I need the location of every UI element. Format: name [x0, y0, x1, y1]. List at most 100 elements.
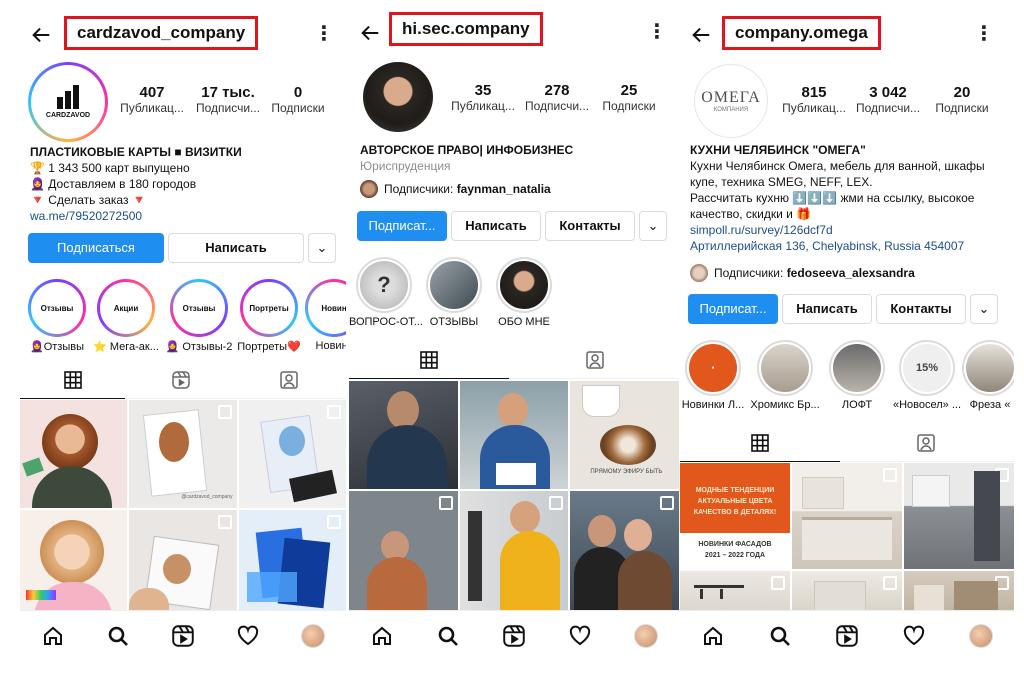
home-icon[interactable] — [369, 623, 395, 649]
story-highlight[interactable]: Новин Новинк — [304, 279, 346, 352]
tab-tagged[interactable] — [515, 342, 675, 378]
more-vertical-icon[interactable]: ⋮ — [314, 24, 334, 44]
tab-grid[interactable] — [349, 342, 509, 379]
bottom-nav — [349, 610, 679, 661]
bio-link[interactable]: simpoll.ru/survey/126dcf7d — [690, 222, 985, 238]
post-thumbnail[interactable] — [459, 491, 569, 621]
tab-tagged[interactable] — [846, 425, 1006, 461]
promo-line: МОДНЫЕ ТЕНДЕНЦИИ — [695, 487, 775, 494]
search-icon[interactable] — [105, 623, 131, 649]
more-options-chevron-icon[interactable]: ⌄ — [970, 294, 998, 324]
follow-button[interactable]: Подписат... — [357, 211, 447, 241]
cards-logo-icon — [57, 85, 79, 109]
home-icon[interactable] — [40, 623, 66, 649]
post-thumbnail[interactable] — [238, 400, 346, 508]
tab-reels[interactable] — [128, 362, 233, 398]
tab-tagged[interactable] — [236, 362, 341, 398]
profile-avatar[interactable]: ОМЕГА КОМПАНИЯ — [694, 64, 768, 138]
stat-followers[interactable]: 17 тыс. Подписчи... — [190, 84, 266, 115]
posts-grid: @cardzavod_company — [20, 400, 346, 618]
promo-subline: 2021 – 2022 ГОДА — [704, 552, 766, 559]
post-thumbnail[interactable] — [238, 510, 346, 618]
post-thumbnail[interactable] — [792, 463, 902, 569]
story-highlight[interactable]: ? ВОПРОС-ОТ... — [349, 257, 423, 328]
contacts-button[interactable]: Контакты — [545, 211, 635, 241]
message-button[interactable]: Написать — [451, 211, 541, 241]
reels-icon[interactable] — [834, 623, 860, 649]
post-thumbnail[interactable] — [20, 510, 128, 618]
post-thumbnail[interactable] — [570, 491, 679, 621]
posts-grid: ПРЯМОМУ ЭФИРУ БЫТЬ — [349, 381, 679, 621]
more-vertical-icon[interactable]: ⋮ — [974, 24, 994, 44]
bottom-nav — [20, 610, 346, 661]
more-options-chevron-icon[interactable]: ⌄ — [639, 211, 667, 241]
tab-grid[interactable] — [20, 362, 125, 399]
stat-posts[interactable]: 35 Публикац... — [445, 82, 521, 113]
more-vertical-icon[interactable]: ⋮ — [647, 22, 667, 42]
bio: АВТОРСКОЕ ПРАВО| ИНФОБИЗНЕС Юриспруденци… — [360, 142, 573, 174]
post-thumbnail[interactable] — [20, 400, 128, 508]
bio-line: 🏆 1 343 500 карт выпущено — [30, 161, 190, 175]
story-highlight[interactable]: Отзывы 🧕Отзывы — [26, 279, 88, 353]
follow-button[interactable]: Подписат... — [688, 294, 778, 324]
follow-button[interactable]: Подписаться — [28, 233, 164, 263]
post-thumbnail[interactable] — [904, 463, 1014, 569]
story-highlight[interactable]: ОТЗЫВЫ — [421, 257, 487, 328]
bio-line: Рассчитать кухню ⬇️⬇️⬇️ жми на ссылку, в… — [690, 191, 975, 205]
search-icon[interactable] — [767, 623, 793, 649]
story-highlight[interactable]: ● Новинки Л... — [680, 340, 746, 411]
stat-following[interactable]: 25 Подписки — [591, 82, 667, 113]
back-arrow-icon[interactable] — [359, 22, 381, 44]
avatar-brand-text: ОМЕГА — [701, 89, 761, 106]
bio-link[interactable]: wa.me/79520272500 — [30, 208, 242, 224]
stat-followers[interactable]: 3 042 Подписчи... — [850, 84, 926, 115]
post-promo-card[interactable]: МОДНЫЕ ТЕНДЕНЦИИ АКТУАЛЬНЫЕ ЦВЕТА КАЧЕСТ… — [680, 463, 790, 569]
post-thumbnail[interactable]: @cardzavod_company — [129, 400, 237, 508]
stat-posts[interactable]: 815 Публикац... — [776, 84, 852, 115]
heart-icon[interactable] — [235, 623, 261, 649]
profile-avatar-nav[interactable] — [633, 623, 659, 649]
post-thumbnail[interactable] — [129, 510, 237, 618]
contacts-button[interactable]: Контакты — [876, 294, 966, 324]
reels-icon[interactable] — [501, 623, 527, 649]
message-button[interactable]: Написать — [168, 233, 304, 263]
profile-avatar[interactable]: CARDZAVOD — [28, 62, 108, 142]
story-highlight[interactable]: Акции ⭐ Мега-ак... — [92, 279, 160, 353]
profile-avatar[interactable] — [363, 62, 433, 132]
reels-icon[interactable] — [170, 623, 196, 649]
username-title: company.omega — [722, 16, 881, 50]
followed-by[interactable]: Подписчики: faynman_natalia — [360, 180, 551, 198]
stat-followers[interactable]: 278 Подписчи... — [519, 82, 595, 113]
story-highlight[interactable]: Фреза « — [960, 340, 1014, 411]
story-highlight[interactable]: ЛОФТ — [824, 340, 890, 411]
post-thumbnail[interactable]: ПРЯМОМУ ЭФИРУ БЫТЬ — [570, 381, 679, 489]
avatar-brand-text: CARDZAVOD — [45, 112, 91, 119]
back-arrow-icon[interactable] — [30, 24, 52, 46]
story-highlight[interactable]: 15% «Новосел» ... — [892, 340, 962, 411]
story-highlight[interactable]: Отзывы 🧕 Отзывы-2 — [164, 279, 234, 353]
bio-address[interactable]: Артиллерийская 136, Chelyabinsk, Russia … — [690, 238, 985, 254]
heart-icon[interactable] — [901, 623, 927, 649]
profile-panel-omega: company.omega ⋮ ОМЕГА КОМПАНИЯ 815 Публик… — [680, 0, 1014, 679]
profile-avatar-nav[interactable] — [300, 623, 326, 649]
search-icon[interactable] — [435, 623, 461, 649]
back-arrow-icon[interactable] — [690, 24, 712, 46]
post-thumbnail[interactable] — [349, 491, 458, 621]
profile-avatar-nav[interactable] — [968, 623, 994, 649]
heart-icon[interactable] — [567, 623, 593, 649]
tab-grid[interactable] — [680, 425, 840, 462]
post-thumbnail[interactable] — [459, 381, 569, 489]
message-button[interactable]: Написать — [782, 294, 872, 324]
grid-icon — [420, 351, 438, 369]
promo-subline: НОВИНКИ ФАСАДОВ — [698, 541, 772, 548]
story-highlight[interactable]: Портреты Портреты❤️ — [234, 279, 304, 353]
story-highlight[interactable]: ОБО МНЕ — [491, 257, 557, 328]
post-thumbnail[interactable] — [349, 381, 458, 489]
stat-posts[interactable]: 407 Публикац... — [114, 84, 190, 115]
stat-following[interactable]: 20 Подписки — [924, 84, 1000, 115]
more-options-chevron-icon[interactable]: ⌄ — [308, 233, 336, 263]
home-icon[interactable] — [700, 623, 726, 649]
stat-following[interactable]: 0 Подписки — [260, 84, 336, 115]
followed-by[interactable]: Подписчики: fedoseeva_alexsandra — [690, 264, 915, 282]
story-highlight[interactable]: Хромикс Бр... — [750, 340, 820, 411]
